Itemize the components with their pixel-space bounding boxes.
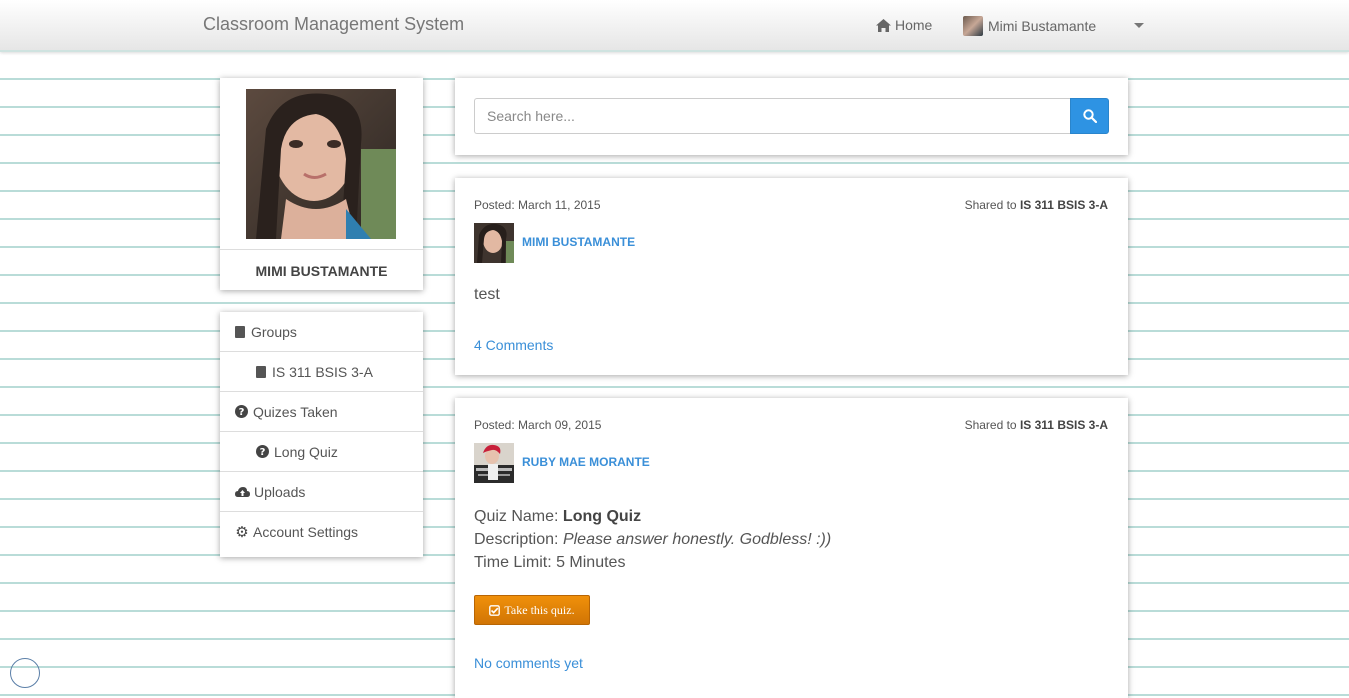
quiz-name-label: Quiz Name: (474, 508, 559, 525)
menu-item-label: Account Settings (253, 524, 359, 540)
menu-item-uploads[interactable]: Uploads (220, 472, 423, 512)
quiz-name: Long Quiz (562, 508, 642, 525)
quiz-description: Please answer honestly. Godbless! :)) (562, 531, 832, 548)
brand-title[interactable]: Classroom Management System (203, 14, 464, 35)
menu-item-long-quiz[interactable]: ? Long Quiz (220, 432, 423, 472)
search-panel (455, 78, 1128, 155)
user-avatar (963, 16, 983, 36)
search-button[interactable] (1070, 98, 1109, 134)
svg-text:?: ? (239, 407, 245, 418)
quiz-time-limit: Time Limit: 5 Minutes (474, 554, 626, 571)
menu-item-quizes-taken[interactable]: ? Quizes Taken (220, 392, 423, 432)
check-square-icon (489, 604, 501, 616)
author-avatar[interactable] (474, 223, 514, 263)
menu-item-account-settings[interactable]: ⚙ Account Settings (220, 512, 423, 552)
menu-item-label: Long Quiz (274, 443, 338, 460)
question-circle-icon: ? (235, 405, 248, 418)
post-date: Posted: March 09, 2015 (474, 418, 602, 432)
search-input[interactable] (474, 98, 1070, 134)
quiz-description-line: Description: Please answer honestly. God… (474, 528, 831, 551)
cloud-upload-icon (235, 486, 250, 497)
menu-item-label: Groups (251, 323, 297, 340)
shared-prefix: Shared to (964, 198, 1017, 212)
profile-name[interactable]: MIMI BUSTAMANTE (220, 249, 423, 279)
search-icon (1082, 109, 1097, 123)
comments-link[interactable]: No comments yet (474, 655, 583, 671)
home-icon (876, 18, 891, 32)
comments-link[interactable]: 4 Comments (474, 337, 553, 353)
shared-group[interactable]: IS 311 BSIS 3-A (1020, 198, 1108, 212)
author-name[interactable]: RUBY MAE MORANTE (522, 455, 650, 469)
navbar: Classroom Management System Home Mimi Bu… (0, 0, 1349, 52)
author-name[interactable]: MIMI BUSTAMANTE (522, 235, 635, 249)
shared-prefix: Shared to (964, 418, 1017, 432)
quiz-description-label: Description: (474, 531, 559, 548)
post-card: Posted: March 11, 2015 Shared to IS 311 … (455, 178, 1128, 375)
side-menu: Groups IS 311 BSIS 3-A ? Quizes Taken ? … (220, 312, 423, 557)
question-circle-icon: ? (256, 445, 269, 458)
gear-icon: ⚙ (235, 524, 249, 541)
author-avatar[interactable] (474, 443, 514, 483)
take-quiz-label: Take this quiz. (504, 602, 575, 617)
menu-item-groups[interactable]: Groups (220, 312, 423, 352)
shared-group[interactable]: IS 311 BSIS 3-A (1020, 418, 1108, 432)
post-body: test (474, 286, 500, 303)
profile-photo (246, 89, 396, 239)
corner-logo-icon (10, 658, 40, 688)
post-date: Posted: March 11, 2015 (474, 198, 601, 212)
book-icon (256, 365, 266, 378)
nav-home-link[interactable]: Home (876, 17, 932, 33)
menu-item-label: IS 311 BSIS 3-A (272, 363, 373, 380)
menu-item-label: Uploads (254, 483, 306, 500)
profile-card: MIMI BUSTAMANTE (220, 78, 423, 290)
chevron-down-icon[interactable] (1134, 23, 1144, 28)
nav-user-name: Mimi Bustamante (988, 18, 1097, 34)
take-quiz-button[interactable]: Take this quiz. (474, 595, 590, 625)
menu-item-label: Quizes Taken (253, 403, 338, 420)
nav-user-menu[interactable]: Mimi Bustamante (963, 16, 1096, 36)
quiz-details: Quiz Name: Long Quiz Description: Please… (474, 505, 831, 574)
nav-home-label: Home (895, 17, 933, 33)
post-shared-to: Shared to IS 311 BSIS 3-A (965, 418, 1108, 432)
menu-item-group-is311[interactable]: IS 311 BSIS 3-A (220, 352, 423, 392)
post-card: Posted: March 09, 2015 Shared to IS 311 … (455, 398, 1128, 698)
svg-text:?: ? (260, 447, 266, 458)
post-shared-to: Shared to IS 311 BSIS 3-A (965, 198, 1108, 212)
book-icon (235, 325, 245, 338)
quiz-name-line: Quiz Name: Long Quiz (474, 505, 831, 528)
